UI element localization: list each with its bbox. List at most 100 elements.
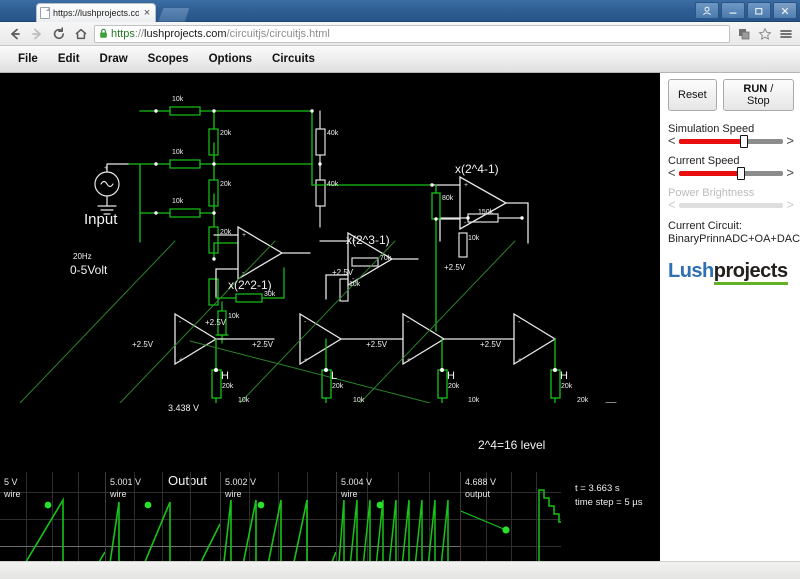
hamburger-menu-icon[interactable] [777, 25, 794, 42]
svg-text:-: - [407, 319, 410, 326]
scope-5-signal: output [465, 489, 491, 499]
browser-window: https://lushprojects.com/cir × [0, 0, 800, 579]
scope-4[interactable]: 5.004 V wire -1.01 µV [337, 472, 460, 561]
level-note-label: 2^4=16 level [478, 438, 546, 452]
current-circuit-caption: Current Circuit: [668, 220, 742, 232]
page-actions-icon[interactable] [735, 25, 752, 42]
time-value: t = 3.663 s [575, 483, 620, 494]
svg-text:+: + [304, 357, 308, 364]
close-button[interactable] [773, 2, 797, 19]
svg-text:+: + [104, 165, 108, 172]
browser-tab[interactable]: https://lushprojects.com/cir × [36, 3, 156, 22]
svg-text:+: + [518, 357, 522, 364]
power-brightness-slider: < > [668, 197, 794, 212]
simulation-speed-label: Simulation Speed [668, 123, 755, 135]
menu-options[interactable]: Options [199, 50, 262, 68]
circuit-schematic: + + - + - + - -+ -+ -+ -+ [19, 106, 617, 403]
logo-projects: projects [713, 260, 788, 285]
minimize-button[interactable] [721, 2, 745, 19]
maximize-button[interactable] [747, 2, 771, 19]
reload-icon[interactable] [50, 25, 67, 42]
run-separator: / [767, 83, 774, 95]
scope-2[interactable]: 5.001 V wire -20.799 µV [106, 472, 220, 561]
sim-button-row: Reset RUN / Stop [668, 79, 794, 111]
simulation-speed-slider[interactable]: < > [668, 134, 794, 148]
simulation-speed-decrease-icon[interactable]: < [668, 134, 676, 147]
page-icon [40, 7, 50, 19]
svg-text:+: + [352, 238, 356, 245]
simulation-speed-fill [678, 138, 744, 144]
scope-1[interactable]: 5 V wire 499.995 µV [0, 472, 105, 561]
svg-text:+: + [464, 182, 468, 189]
current-speed-track[interactable] [678, 166, 784, 180]
scope-3[interactable]: 5.002 V wire -4.432 µV [221, 472, 336, 561]
time-step-value: time step = 5 µs [575, 497, 643, 508]
user-avatar-button[interactable] [695, 2, 719, 19]
power-brightness-label: Power Brightness [668, 187, 755, 199]
run-stop-button[interactable]: RUN / Stop [722, 79, 794, 111]
window-controls [695, 2, 797, 19]
simulation-speed-knob[interactable] [739, 134, 748, 148]
scope-3-signal: wire [225, 489, 242, 499]
time-readout: t = 3.663 s time step = 5 µs [575, 482, 643, 510]
current-speed-knob[interactable] [737, 166, 746, 180]
browser-navbar: https://lushprojects.com/circuitjs/circu… [0, 22, 800, 46]
current-speed-decrease-icon[interactable]: < [668, 166, 676, 179]
menu-file[interactable]: File [8, 50, 48, 68]
menu-draw[interactable]: Draw [90, 50, 138, 68]
menu-edit[interactable]: Edit [48, 50, 90, 68]
scope-5[interactable]: 4.688 V output -234.376 µV [461, 472, 561, 561]
address-bar-text: https://lushprojects.com/circuitjs/circu… [111, 27, 330, 41]
scope-5-readout: 4.688 V output [465, 476, 496, 500]
new-tab-button[interactable] [157, 7, 191, 22]
menu-circuits[interactable]: Circuits [262, 50, 325, 68]
url-host: lushprojects.com [144, 27, 227, 40]
svg-text:-: - [304, 319, 307, 326]
scope-3-readout: 5.002 V wire [225, 476, 256, 500]
svg-text:-: - [179, 319, 182, 326]
back-icon[interactable] [6, 25, 23, 42]
circuit-canvas[interactable]: + + - + - + - - + - + - + - + Input 20Hz… [0, 73, 660, 561]
oscilloscope-area: 5 V wire 499.995 µV [0, 472, 660, 561]
scope-1-value: 5 V [4, 477, 18, 487]
scope-4-readout: 5.004 V wire [341, 476, 372, 500]
app-menubar: File Edit Draw Scopes Options Circuits [0, 46, 800, 73]
scope-2-readout: 5.001 V wire [110, 476, 141, 500]
navbar-right-actions [735, 25, 794, 42]
svg-text:+: + [407, 357, 411, 364]
url-path: /circuitjs/circuitjs.html [226, 27, 330, 40]
scope-3-value: 5.002 V [225, 477, 257, 487]
run-label: RUN [743, 83, 768, 95]
window-titlebar: https://lushprojects.com/cir × [0, 0, 800, 22]
star-icon[interactable] [756, 25, 773, 42]
svg-text:+: + [242, 232, 246, 239]
scope-2-value: 5.001 V [110, 477, 142, 487]
tab-close-icon[interactable]: × [142, 7, 152, 19]
reset-button[interactable]: Reset [668, 79, 717, 111]
simulation-speed-track[interactable] [678, 134, 784, 148]
scope-4-value: 5.004 V [341, 477, 373, 487]
svg-text:-: - [518, 319, 521, 326]
address-bar[interactable]: https://lushprojects.com/circuitjs/circu… [94, 24, 730, 43]
current-circuit-name: BinaryPrinnADC+OA+DAC [668, 233, 800, 245]
home-icon[interactable] [72, 25, 89, 42]
menu-scopes[interactable]: Scopes [138, 50, 199, 68]
forward-icon[interactable] [28, 25, 45, 42]
current-speed-slider[interactable]: < > [668, 166, 794, 180]
url-scheme: https [111, 27, 135, 40]
current-speed-fill [678, 170, 742, 176]
current-speed-label: Current Speed [668, 155, 740, 167]
simulation-speed-increase-icon[interactable]: > [786, 134, 794, 147]
current-circuit-block: Current Circuit: BinaryPrinnADC+OA+DAC [668, 220, 800, 246]
output-voltage-readout: 3.438 V [168, 403, 200, 413]
scope-2-signal: wire [110, 489, 127, 499]
lushprojects-logo: Lushprojects [668, 260, 794, 285]
window-bottom-edge [0, 561, 800, 579]
url-separator: :// [134, 27, 145, 40]
current-speed-increase-icon[interactable]: > [786, 166, 794, 179]
power-brightness-decrease-icon: < [668, 197, 676, 212]
stop-label: Stop [747, 95, 770, 107]
simulation-sidebar: Reset RUN / Stop Simulation Speed < > Cu… [660, 73, 800, 561]
scope-1-signal: wire [4, 489, 21, 499]
svg-text:+: + [179, 357, 183, 364]
